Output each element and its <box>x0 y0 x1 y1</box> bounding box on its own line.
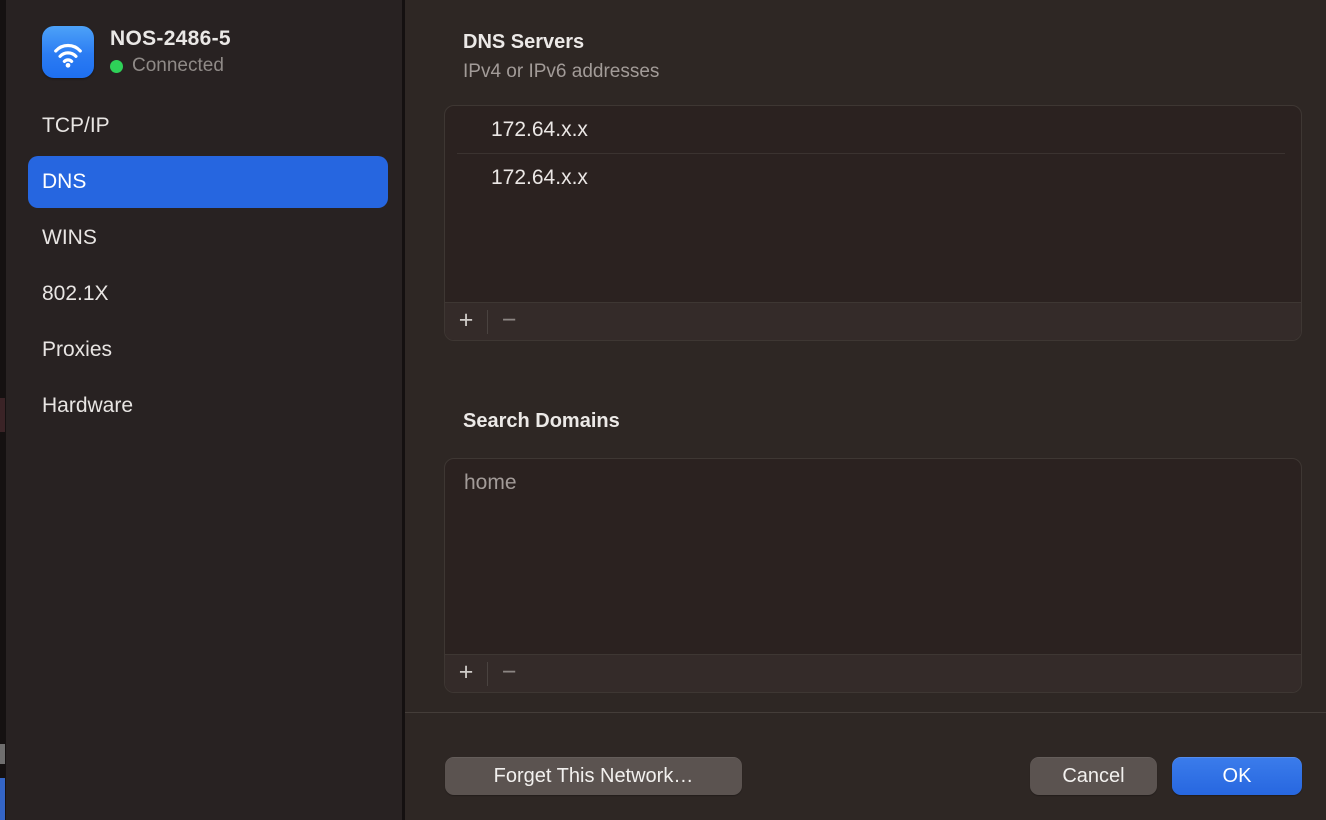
add-search-domain-button[interactable]: + <box>445 655 487 693</box>
content-panel: DNS Servers IPv4 or IPv6 addresses 172.6… <box>405 0 1326 820</box>
dns-servers-list-footer: + − <box>445 302 1301 340</box>
dns-server-row[interactable]: 172.64.x.x <box>445 106 1301 154</box>
wifi-details-window: NOS-2486-5 Connected TCP/IP DNS WINS 802… <box>0 0 1326 820</box>
sidebar-item-proxies[interactable]: Proxies <box>28 324 388 376</box>
sidebar-item-hardware[interactable]: Hardware <box>28 380 388 432</box>
network-name: NOS-2486-5 <box>110 27 231 51</box>
dns-servers-title: DNS Servers <box>463 31 584 54</box>
dns-server-value: 172.64.x.x <box>491 118 588 142</box>
network-meta: NOS-2486-5 Connected <box>110 27 231 77</box>
sidebar-item-tcpip[interactable]: TCP/IP <box>28 100 388 152</box>
search-domain-value: home <box>464 471 517 495</box>
forget-network-button[interactable]: Forget This Network… <box>445 757 742 795</box>
sidebar-nav: TCP/IP DNS WINS 802.1X Proxies Hardware <box>28 100 388 436</box>
ok-button[interactable]: OK <box>1172 757 1302 795</box>
sidebar: NOS-2486-5 Connected TCP/IP DNS WINS 802… <box>6 0 402 820</box>
background-window-fragment <box>0 778 5 820</box>
cancel-button[interactable]: Cancel <box>1030 757 1157 795</box>
search-domain-row[interactable]: home <box>445 459 1301 507</box>
remove-dns-server-button[interactable]: − <box>488 303 530 341</box>
remove-search-domain-button[interactable]: − <box>488 655 530 693</box>
sidebar-item-dns[interactable]: DNS <box>28 156 388 208</box>
search-domains-title: Search Domains <box>463 410 620 433</box>
dns-servers-listbox: 172.64.x.x 172.64.x.x + − <box>444 105 1302 341</box>
sidebar-item-8021x[interactable]: 802.1X <box>28 268 388 320</box>
background-window-fragment <box>0 744 5 764</box>
connected-status-dot <box>110 60 123 73</box>
dns-server-value: 172.64.x.x <box>491 166 588 190</box>
background-window-fragment <box>0 398 5 432</box>
network-status: Connected <box>110 55 231 77</box>
dns-server-row[interactable]: 172.64.x.x <box>445 154 1301 202</box>
connected-status-label: Connected <box>132 55 224 77</box>
network-header: NOS-2486-5 Connected <box>42 26 231 78</box>
footer-divider <box>405 712 1326 713</box>
dns-servers-subtitle: IPv4 or IPv6 addresses <box>463 61 659 83</box>
wifi-icon <box>42 26 94 78</box>
dns-servers-rows: 172.64.x.x 172.64.x.x <box>445 106 1301 202</box>
add-dns-server-button[interactable]: + <box>445 303 487 341</box>
sidebar-item-wins[interactable]: WINS <box>28 212 388 264</box>
search-domains-listbox: home + − <box>444 458 1302 693</box>
search-domains-list-footer: + − <box>445 654 1301 692</box>
search-domains-rows: home <box>445 459 1301 507</box>
